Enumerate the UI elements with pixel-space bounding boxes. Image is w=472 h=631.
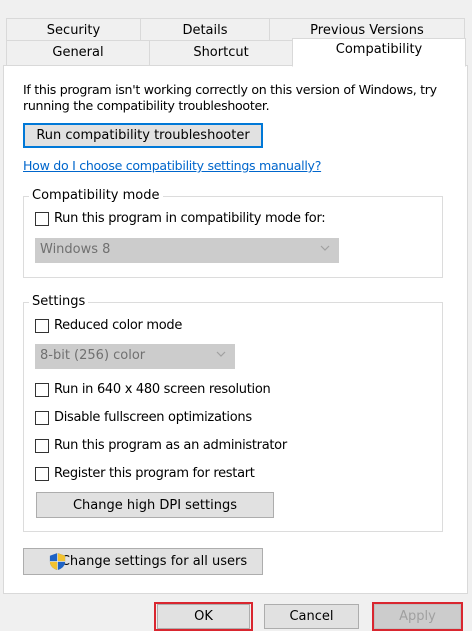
button-label: Cancel	[289, 609, 334, 624]
register-restart-checkbox[interactable]	[35, 467, 49, 481]
button-label: Run compatibility troubleshooter	[36, 128, 250, 143]
color-mode-select: 8-bit (256) color	[35, 344, 235, 369]
register-restart-label[interactable]: Register this program for restart	[54, 466, 255, 482]
compatibility-panel: If this program isn't working correctly …	[3, 65, 468, 594]
compat-mode-checkbox[interactable]	[35, 212, 49, 226]
run-troubleshooter-button[interactable]: Run compatibility troubleshooter	[23, 123, 263, 148]
button-label: Change settings for all users	[60, 554, 248, 569]
tab-label: Security	[46, 23, 101, 38]
tab-security[interactable]: Security	[6, 18, 141, 42]
select-value: 8-bit (256) color	[40, 348, 146, 363]
chevron-down-icon	[216, 351, 226, 357]
res-640-checkbox[interactable]	[35, 383, 49, 397]
reduced-color-checkbox[interactable]	[35, 319, 49, 333]
reduced-color-label[interactable]: Reduced color mode	[54, 318, 182, 334]
fullscreen-opt-checkbox[interactable]	[35, 411, 49, 425]
manual-settings-link[interactable]: How do I choose compatibility settings m…	[23, 158, 321, 174]
tab-shortcut[interactable]: Shortcut	[149, 40, 293, 66]
compat-mode-label[interactable]: Run this program in compatibility mode f…	[54, 211, 326, 227]
chevron-down-icon	[320, 245, 330, 251]
compat-mode-select: Windows 8	[35, 238, 339, 263]
tab-label: Compatibility	[335, 42, 423, 57]
res-640-label[interactable]: Run in 640 x 480 screen resolution	[54, 382, 271, 398]
run-as-admin-label[interactable]: Run this program as an administrator	[54, 438, 287, 454]
cancel-button[interactable]: Cancel	[264, 604, 359, 629]
run-as-admin-checkbox[interactable]	[35, 439, 49, 453]
properties-dialog: Security Details Previous Versions Gener…	[0, 0, 472, 631]
ok-button-highlight	[154, 602, 253, 631]
tab-label: Previous Versions	[310, 23, 424, 38]
tab-label: Details	[182, 23, 228, 38]
compatibility-mode-legend: Compatibility mode	[29, 189, 163, 203]
select-value: Windows 8	[40, 242, 111, 257]
tab-compatibility[interactable]: Compatibility	[292, 38, 466, 67]
button-label: Change high DPI settings	[72, 497, 238, 513]
compatibility-mode-group	[23, 196, 443, 278]
change-dpi-button[interactable]: Change high DPI settings	[36, 492, 274, 518]
tab-general[interactable]: General	[6, 40, 150, 66]
apply-button-highlight	[372, 602, 463, 631]
tab-label: General	[52, 45, 104, 60]
shield-icon	[49, 552, 66, 571]
change-all-users-button[interactable]: Change settings for all users	[23, 548, 263, 575]
intro-text-line2: running the compatibility troubleshooter…	[23, 98, 270, 113]
tab-details[interactable]: Details	[140, 18, 270, 42]
intro-text-line1: If this program isn't working correctly …	[23, 82, 437, 97]
settings-legend: Settings	[29, 295, 89, 309]
fullscreen-opt-label[interactable]: Disable fullscreen optimizations	[54, 410, 252, 426]
tab-label: Shortcut	[193, 45, 249, 60]
